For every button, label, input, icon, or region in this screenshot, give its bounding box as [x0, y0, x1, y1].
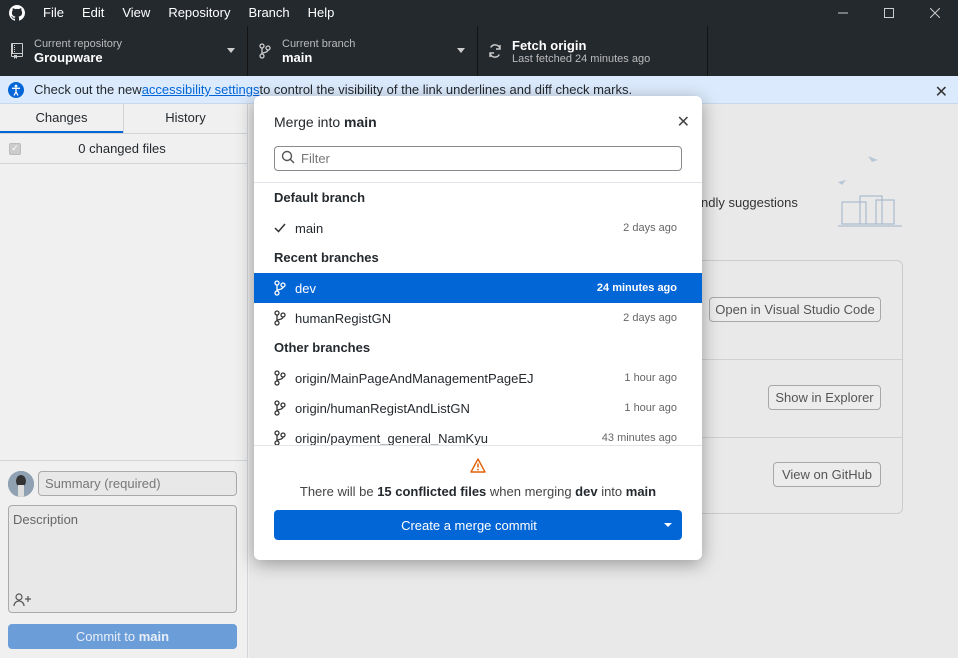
dialog-title: Merge into main	[274, 114, 377, 130]
search-icon	[281, 150, 295, 167]
branch-name: origin/payment_general_NamKyu	[295, 430, 488, 446]
branch-list: Default branch main 2 days ago Recent br…	[254, 182, 702, 446]
sidebar: Changes History ✓ 0 changed files Summar…	[0, 104, 248, 658]
branch-row-humanregistgn[interactable]: humanRegistGN 2 days ago	[254, 303, 702, 333]
select-all-checkbox[interactable]: ✓	[9, 142, 21, 155]
chevron-down-icon	[457, 48, 465, 53]
menu-file[interactable]: File	[34, 0, 73, 26]
branch-name: origin/MainPageAndManagementPageEJ	[295, 370, 534, 386]
close-icon[interactable]	[912, 0, 958, 26]
description-placeholder: Description	[13, 512, 79, 527]
menu-bar: File Edit View Repository Branch Help	[34, 0, 343, 26]
accessibility-settings-link[interactable]: accessibility settings	[142, 82, 260, 97]
tab-history[interactable]: History	[123, 104, 247, 133]
filter-placeholder: Filter	[301, 151, 330, 166]
tab-changes[interactable]: Changes	[0, 104, 123, 133]
branch-row-origin-mainpage[interactable]: origin/MainPageAndManagementPageEJ 1 hou…	[254, 363, 702, 393]
commit-button-prefix: Commit to	[75, 629, 139, 644]
menu-view[interactable]: View	[113, 0, 159, 26]
suggestion-illustration	[838, 156, 902, 227]
branch-time: 2 days ago	[623, 222, 677, 234]
branch-row-origin-humanregistandlist[interactable]: origin/humanRegistAndListGN 1 hour ago	[254, 393, 702, 423]
maximize-icon[interactable]	[866, 0, 912, 26]
sync-icon	[478, 43, 512, 59]
menu-edit[interactable]: Edit	[73, 0, 113, 26]
title-bar: File Edit View Repository Branch Help	[0, 0, 958, 26]
avatar	[8, 471, 34, 497]
accessibility-icon	[8, 81, 24, 98]
branch-time: 24 minutes ago	[596, 282, 677, 294]
branch-icon	[248, 43, 282, 59]
check-icon	[274, 223, 295, 233]
toolbar: Current repository Groupware Current bra…	[0, 26, 958, 76]
warning-text: when merging	[486, 484, 576, 499]
dialog-title-branch: main	[344, 114, 377, 130]
last-fetched-text: Last fetched 24 minutes ago	[512, 52, 651, 65]
branch-icon	[274, 370, 295, 386]
group-recent-branches: Recent branches	[274, 250, 379, 265]
changes-header: ✓ 0 changed files	[0, 134, 247, 164]
branch-time: 2 days ago	[623, 312, 677, 324]
close-icon[interactable]: ✕	[677, 112, 690, 132]
branch-time: 1 hour ago	[624, 402, 677, 414]
close-icon[interactable]: ✕	[935, 82, 948, 102]
branch-row-origin-payment[interactable]: origin/payment_general_NamKyu 43 minutes…	[254, 423, 702, 446]
group-default-branch: Default branch	[274, 190, 366, 205]
open-in-vscode-button[interactable]: Open in Visual Studio Code	[709, 297, 881, 322]
branch-name: origin/humanRegistAndListGN	[295, 400, 470, 416]
branch-row-dev[interactable]: dev 24 minutes ago	[254, 273, 702, 303]
menu-branch[interactable]: Branch	[239, 0, 298, 26]
banner-text-suffix: to control the visibility of the link un…	[259, 82, 633, 97]
branch-icon	[274, 430, 295, 445]
branch-icon	[274, 400, 295, 416]
current-repository-button[interactable]: Current repository Groupware	[0, 26, 248, 76]
repo-icon	[0, 43, 34, 59]
summary-input[interactable]: Summary (required)	[38, 471, 237, 496]
suggestions-text: ndly suggestions	[701, 195, 798, 210]
current-branch-label: Current branch	[282, 37, 356, 50]
alert-icon	[254, 458, 702, 476]
menu-help[interactable]: Help	[299, 0, 344, 26]
branch-icon	[274, 280, 295, 296]
fetch-origin-button[interactable]: Fetch origin Last fetched 24 minutes ago	[478, 26, 708, 76]
merge-dialog: Merge into main ✕ Filter Default branch …	[254, 96, 702, 560]
branch-icon	[274, 310, 295, 326]
branch-name: humanRegistGN	[295, 310, 392, 326]
minimize-icon[interactable]	[820, 0, 866, 26]
commit-button[interactable]: Commit to main	[8, 624, 237, 649]
changed-files-count: 0 changed files	[78, 141, 166, 156]
group-other-branches: Other branches	[274, 340, 371, 355]
branch-name: dev	[295, 280, 316, 296]
source-branch: dev	[575, 484, 598, 499]
show-in-explorer-button[interactable]: Show in Explorer	[768, 385, 881, 410]
branch-row-main[interactable]: main 2 days ago	[254, 213, 702, 243]
banner-text-prefix: Check out the new	[34, 82, 142, 97]
current-branch-value: main	[282, 49, 313, 65]
dialog-title-prefix: Merge into	[274, 114, 345, 130]
warning-text: There will be	[299, 484, 378, 499]
menu-repository[interactable]: Repository	[159, 0, 239, 26]
target-branch: main	[625, 484, 657, 499]
view-on-github-button[interactable]: View on GitHub	[773, 462, 881, 487]
warning-text: into	[597, 484, 626, 499]
commit-button-branch: main	[138, 629, 170, 644]
conflict-warning: There will be 15 conflicted files when m…	[254, 484, 702, 499]
github-logo-icon	[0, 0, 34, 26]
add-co-author-icon[interactable]	[13, 592, 35, 608]
chevron-down-icon	[227, 48, 235, 53]
branch-name: main	[295, 220, 324, 236]
merge-button-label: Create a merge commit	[401, 517, 537, 533]
branch-time: 43 minutes ago	[601, 432, 677, 444]
create-merge-commit-button[interactable]: Create a merge commit	[274, 510, 682, 540]
branch-time: 1 hour ago	[624, 372, 677, 384]
current-repository-value: Groupware	[34, 49, 103, 65]
filter-input[interactable]: Filter	[274, 146, 682, 171]
current-branch-button[interactable]: Current branch main	[248, 26, 478, 76]
conflict-count: 15 conflicted files	[377, 484, 487, 499]
chevron-down-icon[interactable]	[654, 522, 682, 528]
fetch-origin-label: Fetch origin	[512, 37, 587, 53]
description-textarea[interactable]: Description	[8, 505, 237, 613]
commit-area: Summary (required) Description Commit to…	[0, 460, 247, 658]
current-repository-label: Current repository	[34, 37, 123, 50]
